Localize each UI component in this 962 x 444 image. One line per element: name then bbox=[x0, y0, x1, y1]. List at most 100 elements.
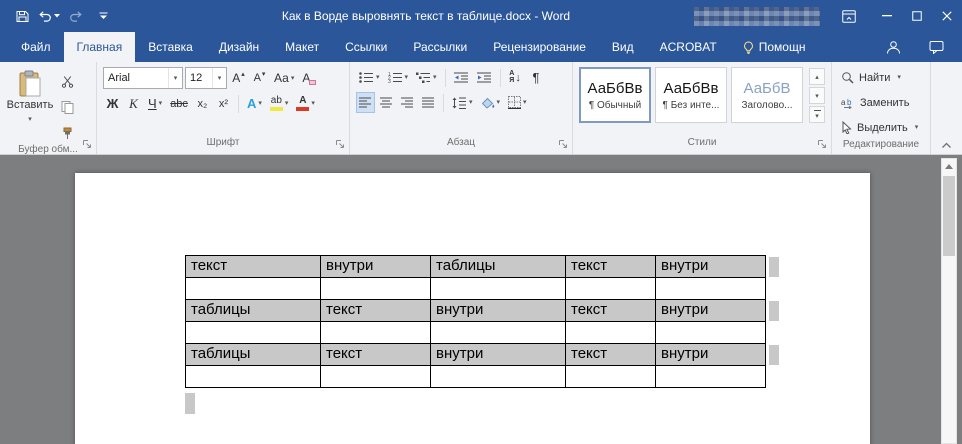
font-name-combobox[interactable]: Arial bbox=[103, 67, 183, 89]
collapse-ribbon-button[interactable] bbox=[941, 142, 952, 149]
table-cell[interactable] bbox=[656, 322, 766, 344]
table-cell[interactable]: таблицы bbox=[186, 300, 321, 322]
font-size-combobox[interactable]: 12 bbox=[185, 67, 227, 89]
table-cell[interactable] bbox=[186, 278, 321, 300]
table-cell[interactable]: внутри bbox=[656, 300, 766, 322]
styles-scroll-down-button[interactable] bbox=[809, 87, 825, 104]
numbered-list-button[interactable]: 123 bbox=[385, 67, 412, 88]
table-cell[interactable]: текст bbox=[186, 256, 321, 278]
tab-view[interactable]: Вид bbox=[599, 32, 647, 62]
tab-layout[interactable]: Макет bbox=[272, 32, 332, 62]
table-cell[interactable]: текст bbox=[321, 300, 431, 322]
tab-acrobat[interactable]: ACROBAT bbox=[647, 32, 730, 62]
font-color-button[interactable]: А bbox=[293, 93, 318, 114]
minimize-button[interactable] bbox=[872, 0, 902, 32]
table-cell[interactable] bbox=[656, 366, 766, 388]
table-cell[interactable] bbox=[656, 278, 766, 300]
redo-button[interactable] bbox=[64, 3, 88, 29]
clear-formatting-button[interactable]: А bbox=[299, 68, 319, 89]
copy-button[interactable] bbox=[58, 97, 77, 118]
undo-button[interactable] bbox=[37, 3, 61, 29]
underline-button[interactable]: Ч bbox=[145, 93, 165, 114]
styles-more-button[interactable] bbox=[809, 106, 825, 123]
grow-font-button[interactable]: А bbox=[229, 68, 248, 89]
increase-indent-button[interactable] bbox=[474, 67, 495, 88]
tab-mailings[interactable]: Рассылки bbox=[400, 32, 480, 62]
shading-button[interactable] bbox=[478, 92, 504, 113]
highlight-color-button[interactable]: ab bbox=[267, 93, 292, 114]
tab-file[interactable]: Файл bbox=[8, 32, 64, 62]
bold-button[interactable]: Ж bbox=[103, 93, 122, 114]
format-painter-button[interactable] bbox=[58, 123, 77, 144]
paste-button[interactable]: Вставить bbox=[6, 67, 54, 144]
style-heading1[interactable]: АаБбВЗаголово... bbox=[731, 67, 803, 123]
table-cell[interactable] bbox=[431, 322, 566, 344]
ribbon-display-options-button[interactable] bbox=[834, 0, 864, 32]
cut-button[interactable] bbox=[58, 71, 77, 92]
tab-help[interactable]: Помощн bbox=[730, 32, 819, 62]
styles-dialog-launcher[interactable] bbox=[816, 138, 828, 150]
table-cell[interactable]: внутри bbox=[656, 344, 766, 366]
multilevel-list-button[interactable] bbox=[413, 67, 440, 88]
table-cell[interactable] bbox=[186, 322, 321, 344]
scroll-up-button[interactable] bbox=[942, 159, 956, 174]
table-cell[interactable]: текст bbox=[321, 344, 431, 366]
replace-button[interactable]: ab Заменить bbox=[841, 92, 926, 113]
table-cell[interactable]: внутри bbox=[431, 300, 566, 322]
table-cell[interactable] bbox=[566, 278, 656, 300]
table-cell[interactable] bbox=[186, 366, 321, 388]
table-cell[interactable]: текст bbox=[566, 256, 656, 278]
table-cell[interactable]: внутри bbox=[431, 344, 566, 366]
find-button[interactable]: Найти bbox=[841, 67, 926, 88]
strikethrough-button[interactable]: abc bbox=[167, 93, 191, 114]
table-cell[interactable]: текст bbox=[566, 344, 656, 366]
superscript-button[interactable]: x² bbox=[214, 93, 233, 114]
close-button[interactable] bbox=[932, 0, 962, 32]
chevron-down-icon[interactable] bbox=[212, 68, 226, 88]
justify-button[interactable] bbox=[419, 92, 438, 113]
align-left-button[interactable] bbox=[356, 92, 375, 113]
table-cell[interactable] bbox=[566, 366, 656, 388]
tab-home[interactable]: Главная bbox=[64, 32, 136, 62]
text-effects-button[interactable]: А bbox=[244, 93, 265, 114]
style-normal[interactable]: АаБбВв¶ Обычный bbox=[579, 67, 651, 123]
change-case-button[interactable]: Аа bbox=[271, 68, 297, 89]
chevron-down-icon[interactable] bbox=[168, 68, 182, 88]
table-cell[interactable] bbox=[431, 278, 566, 300]
tab-design[interactable]: Дизайн bbox=[206, 32, 272, 62]
clipboard-dialog-launcher[interactable] bbox=[81, 138, 93, 150]
vertical-scrollbar[interactable] bbox=[941, 158, 957, 444]
tab-review[interactable]: Рецензирование bbox=[480, 32, 599, 62]
align-right-button[interactable] bbox=[398, 92, 417, 113]
tab-references[interactable]: Ссылки bbox=[332, 32, 400, 62]
tab-insert[interactable]: Вставка bbox=[135, 32, 206, 62]
scrollbar-thumb[interactable] bbox=[943, 176, 955, 256]
table-cell[interactable] bbox=[321, 278, 431, 300]
comments-icon[interactable] bbox=[929, 40, 944, 54]
customize-quick-access-button[interactable] bbox=[91, 3, 115, 29]
table-cell[interactable]: внутри bbox=[321, 256, 431, 278]
document-page[interactable]: текствнутритаблицытекствнутритаблицытекс… bbox=[75, 173, 870, 444]
table-cell[interactable]: внутри bbox=[656, 256, 766, 278]
table-cell[interactable]: текст bbox=[566, 300, 656, 322]
maximize-button[interactable] bbox=[902, 0, 932, 32]
table-cell[interactable]: таблицы bbox=[431, 256, 566, 278]
styles-scroll-up-button[interactable] bbox=[809, 68, 825, 85]
italic-button[interactable]: К bbox=[124, 93, 143, 114]
table-cell[interactable] bbox=[321, 322, 431, 344]
document-area[interactable]: текствнутритаблицытекствнутритаблицытекс… bbox=[0, 155, 962, 444]
table-cell[interactable] bbox=[431, 366, 566, 388]
select-button[interactable]: Выделить bbox=[841, 117, 926, 138]
show-paragraph-marks-button[interactable]: ¶ bbox=[527, 67, 546, 88]
account-person-icon[interactable] bbox=[886, 40, 901, 55]
borders-button[interactable] bbox=[505, 92, 530, 113]
save-button[interactable] bbox=[10, 3, 34, 29]
paragraph-dialog-launcher[interactable] bbox=[557, 138, 569, 150]
table-cell[interactable] bbox=[566, 322, 656, 344]
table-cell[interactable] bbox=[321, 366, 431, 388]
shrink-font-button[interactable]: А bbox=[250, 68, 269, 89]
sort-button[interactable]: АЯ ↓ bbox=[506, 67, 525, 88]
align-center-button[interactable] bbox=[377, 92, 396, 113]
bullet-list-button[interactable] bbox=[356, 67, 383, 88]
subscript-button[interactable]: x₂ bbox=[193, 93, 212, 114]
